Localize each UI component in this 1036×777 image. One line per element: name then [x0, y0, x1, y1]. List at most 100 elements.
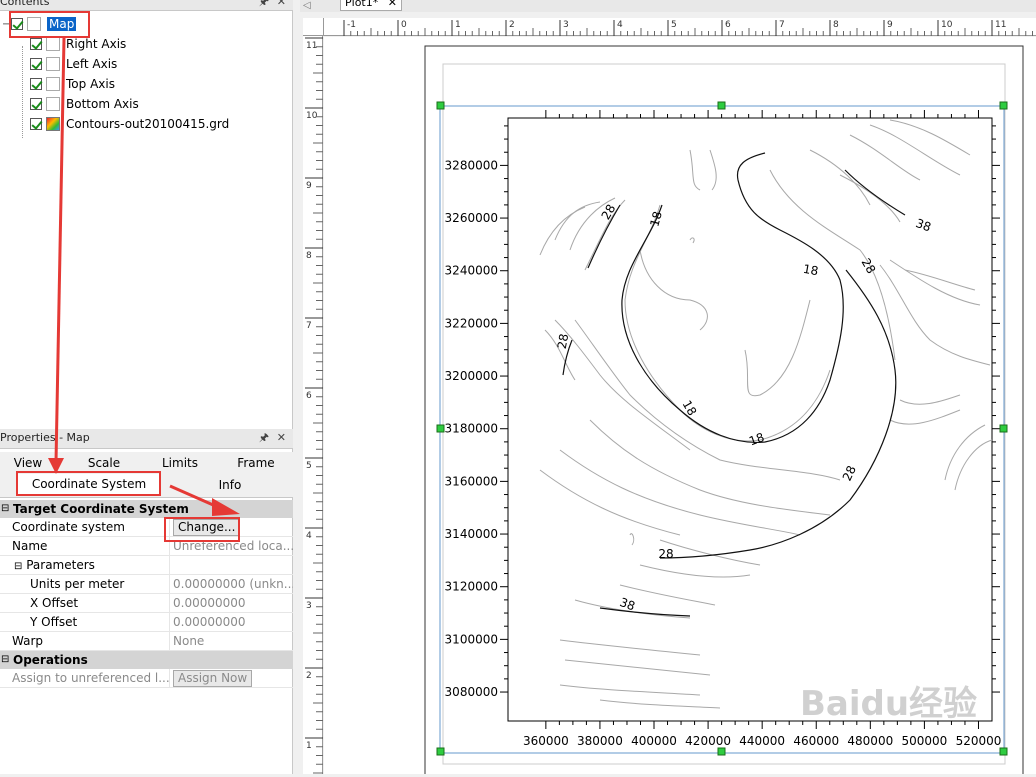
- row-y-offset: Y Offset 0.00000000: [0, 613, 293, 632]
- contents-title: Contents: [0, 0, 50, 8]
- tab-frame[interactable]: Frame: [228, 453, 284, 473]
- x-tick-label: 380000: [577, 734, 623, 748]
- resize-handle: [999, 747, 1008, 756]
- collapse-icon[interactable]: ⊟: [14, 561, 22, 572]
- ruler-label: 2: [306, 671, 312, 681]
- tab-view[interactable]: View: [0, 453, 56, 473]
- close-icon[interactable]: ✕: [277, 0, 286, 9]
- checkbox[interactable]: [30, 118, 42, 130]
- x-tick-label: 360000: [523, 734, 569, 748]
- tab-scale[interactable]: Scale: [76, 453, 132, 473]
- warp-value[interactable]: None: [170, 632, 293, 650]
- ruler-label: 6: [306, 391, 312, 401]
- ruler-label: 7: [779, 20, 785, 30]
- row-units-per-meter: Units per meter 0.00000000 (unkn...: [0, 575, 293, 594]
- pin-icon[interactable]: 🖈: [259, 0, 269, 9]
- axis-icon: [46, 37, 60, 51]
- y-tick-label: 3180000: [445, 422, 498, 436]
- x-tick-label: 420000: [685, 734, 731, 748]
- x-tick-label: 500000: [901, 734, 947, 748]
- x-tick-label: 440000: [739, 734, 785, 748]
- highlight-coordinate-tab: [16, 471, 161, 496]
- row-x-offset: X Offset 0.00000000: [0, 594, 293, 613]
- tree-item-contours[interactable]: Contours-out20100415.grd: [30, 114, 229, 134]
- vertical-ruler[interactable]: 11 10 9 8 7 6 5 4 3 2 1: [303, 36, 323, 774]
- assign-field[interactable]: Assign to unreferenced l...: [0, 669, 170, 687]
- y-tick-label: 3080000: [445, 685, 498, 699]
- ruler-label: 7: [306, 321, 312, 331]
- resize-handle: [999, 424, 1008, 433]
- highlight-change-button: [164, 517, 240, 542]
- tab-info[interactable]: Info: [190, 475, 270, 495]
- watermark-text: Baidu经验: [800, 684, 977, 724]
- resize-handle: [717, 747, 726, 756]
- row-parameters: ⊟ Parameters: [0, 556, 293, 575]
- parameters-group[interactable]: ⊟ Parameters: [0, 556, 170, 574]
- tab-limits[interactable]: Limits: [152, 453, 208, 473]
- ruler-label: 10: [941, 20, 953, 30]
- ruler-label: 6: [725, 20, 731, 30]
- ruler-label: 2: [509, 20, 515, 30]
- ruler-label: 9: [887, 20, 893, 30]
- row-assign: Assign to unreferenced l... Assign Now: [0, 669, 293, 688]
- tree-item-top-axis[interactable]: Top Axis: [30, 74, 115, 94]
- ruler-label: 1: [455, 20, 461, 30]
- checkbox[interactable]: [30, 58, 42, 70]
- contour-label: 18: [802, 262, 819, 278]
- close-icon[interactable]: ✕: [277, 429, 286, 447]
- tab-plot1[interactable]: Plot1* ✕: [340, 0, 402, 11]
- section-target-coordinate-system[interactable]: ⊟ Target Coordinate System: [0, 500, 293, 518]
- ruler-label: 5: [306, 461, 312, 471]
- checkbox[interactable]: [30, 38, 42, 50]
- ruler-label: 3: [306, 601, 312, 611]
- tree-item-bottom-axis[interactable]: Bottom Axis: [30, 94, 139, 114]
- ruler-label: 1: [306, 741, 312, 751]
- y-tick-label: 3260000: [445, 211, 498, 225]
- chevron-left-icon[interactable]: ◁: [303, 0, 311, 11]
- contour-label: 28: [658, 547, 673, 561]
- pin-icon[interactable]: 🖈: [259, 429, 269, 447]
- resize-handle: [436, 424, 445, 433]
- properties-pane-header: Properties - Map 🖈 ✕: [0, 429, 293, 449]
- horizontal-ruler[interactable]: -1 0 1 2 3 4 5 6 7 8 9 10 11: [324, 18, 1036, 36]
- y-tick-label: 3160000: [445, 474, 498, 488]
- properties-title: Properties - Map: [0, 431, 90, 444]
- ruler-label: 9: [306, 181, 312, 191]
- x-offset-value[interactable]: 0.00000000: [170, 594, 293, 612]
- resize-handle: [436, 101, 445, 110]
- axis-icon: [46, 97, 60, 111]
- checkbox[interactable]: [30, 78, 42, 90]
- axis-icon: [46, 57, 60, 71]
- collapse-icon[interactable]: ⊟: [1, 651, 9, 669]
- y-tick-label: 3220000: [445, 316, 498, 330]
- resize-handle: [436, 747, 445, 756]
- ruler-label: 8: [833, 20, 839, 30]
- left-panels: Contents 🖈 ✕ − Map Right Axis Left Axis …: [0, 0, 293, 774]
- y-offset-value[interactable]: 0.00000000: [170, 613, 293, 631]
- section-title: Operations: [13, 653, 88, 667]
- ruler-corner: [303, 18, 324, 36]
- y-tick-label: 3240000: [445, 264, 498, 278]
- ruler-label: 4: [306, 531, 312, 541]
- x-tick-label: 400000: [631, 734, 677, 748]
- collapse-icon[interactable]: ⊟: [1, 500, 9, 518]
- section-operations[interactable]: ⊟ Operations: [0, 651, 293, 669]
- ruler-label: 0: [401, 20, 407, 30]
- row-coordinate-system: Coordinate system Change...: [0, 518, 293, 537]
- plot-canvas[interactable]: 360000 380000 400000 420000 440000 460000 4800…: [324, 37, 1036, 777]
- contents-tree: − Map Right Axis Left Axis Top Axis Bott…: [0, 12, 293, 422]
- checkbox[interactable]: [30, 98, 42, 110]
- close-icon[interactable]: ✕: [388, 0, 397, 10]
- contents-pane-header: Contents 🖈 ✕: [0, 0, 293, 11]
- x-tick-label: 520000: [956, 734, 1002, 748]
- tree-item-left-axis[interactable]: Left Axis: [30, 54, 117, 74]
- resize-handle: [717, 101, 726, 110]
- ruler-label: 10: [306, 111, 318, 121]
- y-tick-label: 3200000: [445, 369, 498, 383]
- row-warp: Warp None: [0, 632, 293, 651]
- tree-label: Left Axis: [66, 57, 118, 71]
- property-grid: ⊟ Target Coordinate System Coordinate sy…: [0, 500, 293, 688]
- units-value[interactable]: 0.00000000 (unkn...: [170, 575, 293, 593]
- assign-now-button[interactable]: Assign Now: [173, 670, 253, 687]
- ruler-label: 8: [306, 251, 312, 261]
